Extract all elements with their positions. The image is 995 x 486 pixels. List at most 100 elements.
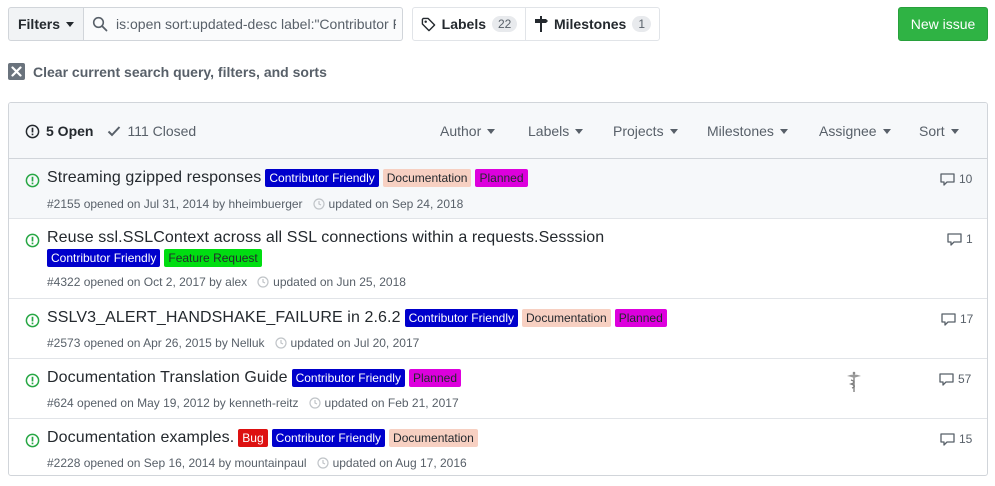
issue-opened-info: #4322 opened on Oct 2, 2017 by alex [47, 275, 248, 289]
open-count: 5 Open [46, 123, 94, 139]
filters-button[interactable]: Filters [8, 7, 84, 41]
issue-meta: #2573 opened on Apr 26, 2015 by Nelluk u… [47, 336, 419, 350]
issue-title-line: Streaming gzipped responses Contributor … [47, 169, 528, 187]
sort-filter-label: Sort [919, 123, 945, 139]
issue-updated-info: updated on Jun 25, 2018 [273, 275, 406, 289]
issue-title-link[interactable]: Documentation Translation Guide [47, 369, 288, 387]
issue-title-line: Documentation Translation Guide Contribu… [47, 369, 461, 387]
label-planned[interactable]: Planned [475, 169, 528, 187]
caret-down-icon [66, 21, 74, 27]
new-issue-button[interactable]: New issue [898, 7, 988, 41]
issues-list-header: 5 Open 111 Closed Author Labels Projects… [9, 103, 987, 159]
issue-updated-info: updated on Feb 21, 2017 [324, 396, 459, 410]
label-contributor-friendly[interactable]: Contributor Friendly [404, 309, 518, 327]
issue-opened-info: #2228 opened on Sep 16, 2014 by mountain… [47, 456, 307, 470]
author-filter[interactable]: Author [440, 103, 496, 159]
search-box[interactable] [84, 7, 403, 41]
caret-down-icon [669, 128, 678, 134]
milestones-count: 1 [632, 16, 652, 32]
comments-link[interactable]: 1 [947, 232, 973, 246]
clear-query-link[interactable]: Clear current search query, filters, and… [8, 63, 327, 80]
filters-label: Filters [17, 16, 60, 32]
assignee-avatar[interactable] [843, 371, 865, 393]
tag-icon [421, 17, 435, 31]
issue-updated-info: updated on Jul 20, 2017 [290, 336, 420, 350]
clock-icon [274, 337, 287, 349]
comments-link[interactable]: 57 [939, 372, 971, 386]
issue-row: Reuse ssl.SSLContext across all SSL conn… [9, 219, 987, 299]
caret-down-icon [950, 128, 959, 134]
label-documentation[interactable]: Documentation [389, 429, 478, 447]
milestone-icon [534, 16, 548, 32]
label-contributor-friendly[interactable]: Contributor Friendly [47, 249, 161, 267]
label-contributor-friendly[interactable]: Contributor Friendly [271, 429, 386, 447]
milestones-filter[interactable]: Milestones [707, 103, 788, 159]
comments-link[interactable]: 15 [940, 432, 972, 446]
issue-row: Streaming gzipped responses Contributor … [9, 159, 987, 219]
issue-labels: Contributor Friendly Planned [291, 369, 461, 387]
labels-button[interactable]: Labels 22 [412, 7, 526, 41]
clock-icon [312, 198, 325, 210]
issue-row: Documentation examples. Bug Contributor … [9, 419, 987, 475]
issue-title-link[interactable]: SSLV3_ALERT_HANDSHAKE_FAILURE in 2.6.2 [47, 309, 401, 327]
issue-labels: Contributor Friendly Documentation Plann… [404, 309, 667, 327]
assignee-filter[interactable]: Assignee [819, 103, 891, 159]
issue-opened-icon [25, 313, 40, 328]
issue-opened-info: #624 opened on May 19, 2012 by kenneth-r… [47, 396, 299, 410]
milestones-button[interactable]: Milestones 1 [525, 7, 660, 41]
issue-title-link[interactable]: Documentation examples. [47, 429, 234, 447]
label-documentation[interactable]: Documentation [382, 169, 472, 187]
clock-icon [257, 276, 269, 288]
labels-filter[interactable]: Labels [528, 103, 584, 159]
labels-count: 22 [492, 16, 518, 32]
caret-down-icon [487, 128, 496, 134]
open-issues-tab[interactable]: 5 Open [25, 123, 93, 139]
comments-link[interactable]: 10 [940, 172, 972, 186]
issue-row: Documentation Translation Guide Contribu… [9, 359, 987, 419]
comment-icon [947, 232, 962, 246]
label-planned[interactable]: Planned [408, 369, 461, 387]
label-documentation[interactable]: Documentation [521, 309, 611, 327]
issue-updated-info: updated on Aug 17, 2016 [332, 456, 467, 470]
caret-down-icon [882, 128, 891, 134]
issue-opened-icon [25, 124, 40, 138]
issue-opened-icon [25, 173, 40, 188]
comments-count: 1 [966, 232, 973, 246]
label-feature-request[interactable]: Feature Request [164, 249, 262, 267]
issue-row: SSLV3_ALERT_HANDSHAKE_FAILURE in 2.6.2 C… [9, 299, 987, 359]
labels-filter-label: Labels [528, 123, 570, 139]
projects-filter-label: Projects [613, 123, 664, 139]
issue-labels: Contributor Friendly Documentation Plann… [265, 169, 528, 187]
comment-icon [940, 172, 955, 186]
search-icon [92, 16, 108, 32]
issue-meta: #624 opened on May 19, 2012 by kenneth-r… [47, 396, 459, 410]
comments-link[interactable]: 17 [941, 312, 973, 326]
milestones-filter-label: Milestones [707, 123, 774, 139]
projects-filter[interactable]: Projects [613, 103, 678, 159]
issue-opened-info: #2155 opened on Jul 31, 2014 by hheimbue… [47, 197, 303, 211]
issue-labels: Bug Contributor Friendly Documentation [238, 429, 478, 447]
clock-icon [316, 457, 329, 469]
search-input[interactable] [116, 16, 396, 32]
comment-icon [941, 312, 956, 326]
sort-filter[interactable]: Sort [919, 103, 959, 159]
issue-opened-icon [25, 233, 40, 248]
closed-issues-tab[interactable]: 111 Closed [107, 123, 196, 139]
label-contributor-friendly[interactable]: Contributor Friendly [265, 169, 379, 187]
comments-count: 10 [959, 172, 973, 186]
comments-count: 57 [958, 372, 972, 386]
caduceus-avatar-icon [847, 371, 861, 392]
issue-title-link[interactable]: Streaming gzipped responses [47, 169, 261, 187]
issue-title-link[interactable]: Reuse ssl.SSLContext across all SSL conn… [47, 229, 604, 247]
issue-title-line: SSLV3_ALERT_HANDSHAKE_FAILURE in 2.6.2 C… [47, 309, 667, 327]
comments-count: 15 [959, 432, 973, 446]
author-filter-label: Author [440, 123, 482, 139]
clock-icon [308, 397, 321, 409]
issue-meta: #2155 opened on Jul 31, 2014 by hheimbue… [47, 197, 463, 211]
label-contributor-friendly[interactable]: Contributor Friendly [291, 369, 405, 387]
caret-down-icon [779, 128, 788, 134]
clear-query-label: Clear current search query, filters, and… [33, 63, 327, 80]
issue-updated-info: updated on Sep 24, 2018 [328, 197, 464, 211]
label-bug[interactable]: Bug [238, 429, 268, 447]
label-planned[interactable]: Planned [614, 309, 667, 327]
